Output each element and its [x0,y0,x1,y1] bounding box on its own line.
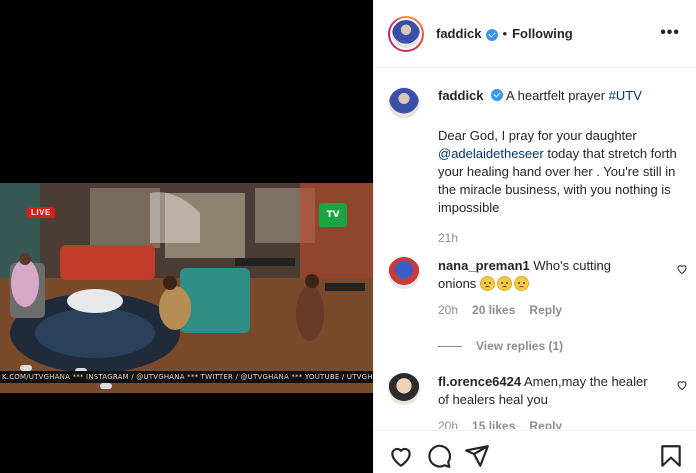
author-avatar[interactable] [390,17,422,50]
comment-meta: 20h 20 likes Reply [438,303,688,317]
comment-time[interactable]: 20h [438,303,458,317]
hashtag-link[interactable]: #UTV [609,88,642,103]
commenter-avatar[interactable] [388,257,420,289]
mention-link[interactable]: @adelaidetheseer [438,146,544,161]
crying-emoji-icons [479,276,531,291]
caption-body: faddick A heartfelt prayer #UTV Dear God… [438,87,688,217]
comment-like-heart-icon[interactable] [676,263,688,275]
channel-logo-text: TV [326,210,340,220]
more-icon[interactable]: ••• [660,24,680,42]
comment-username[interactable]: fl.orence6424 [438,374,521,389]
view-replies-button[interactable]: View replies (1) [438,339,563,353]
verified-icon [491,89,504,101]
author-username[interactable]: faddick [436,26,482,41]
sad-face-icon [513,276,529,291]
comment-likes[interactable]: 15 likes [472,419,515,429]
comment-likes[interactable]: 20 likes [472,303,515,317]
commenter-avatar[interactable] [388,373,420,405]
comment-item: fl.orence6424 Amen,may the healer of hea… [388,373,688,429]
share-icon[interactable] [464,443,490,469]
caption-username[interactable]: faddick [438,88,484,103]
action-bar [374,430,696,473]
reply-button[interactable]: Reply [529,419,562,429]
comment-body: nana_preman1 Who's cutting onions [438,257,648,293]
view-replies-label: View replies (1) [476,339,564,353]
sad-face-icon [479,276,495,291]
comments-area[interactable]: faddick A heartfelt prayer #UTV Dear God… [374,69,696,429]
post-side-panel: faddick • Following ••• faddick A heartf… [373,0,696,473]
verified-icon [485,28,498,41]
channel-logo: TV [319,203,347,227]
comment-like-heart-icon[interactable] [676,379,688,391]
comment-item: nana_preman1 Who's cutting onions 20h 20… [388,257,688,317]
follow-button[interactable]: Following [512,26,573,41]
caption-text-before: Dear God, I pray for your daughter [438,128,637,143]
post-caption: faddick A heartfelt prayer #UTV Dear God… [388,87,688,245]
reply-button[interactable]: Reply [529,303,562,317]
author-avatar-ring[interactable] [388,15,424,52]
news-ticker: K.COM/UTVGHANA *** INSTAGRAM / @UTVGHANA… [0,371,373,383]
comment-icon[interactable] [426,443,452,469]
caption-text: Dear God, I pray for your daughter @adel… [438,127,688,217]
video-frame[interactable]: LIVE TV K.COM/UTVGHANA *** INSTAGRAM / @… [0,183,373,393]
sad-face-icon [496,276,512,291]
caption-time[interactable]: 21h [438,231,688,245]
tv-studio-scene [0,183,373,393]
caption-title: A heartfelt prayer [506,88,606,103]
comment-time[interactable]: 20h [438,419,458,429]
view-replies-line [438,345,462,347]
bookmark-icon[interactable] [658,443,684,469]
comment-body: fl.orence6424 Amen,may the healer of hea… [438,373,648,409]
post-header: faddick • Following ••• [374,0,696,68]
heart-icon[interactable] [388,443,414,469]
separator-dot: • [502,26,508,41]
comment-meta: 20h 15 likes Reply [438,419,688,429]
comment-username[interactable]: nana_preman1 [438,258,530,273]
live-badge: LIVE [27,207,55,218]
post-media[interactable]: LIVE TV K.COM/UTVGHANA *** INSTAGRAM / @… [0,0,373,473]
caption-avatar[interactable] [388,87,420,119]
